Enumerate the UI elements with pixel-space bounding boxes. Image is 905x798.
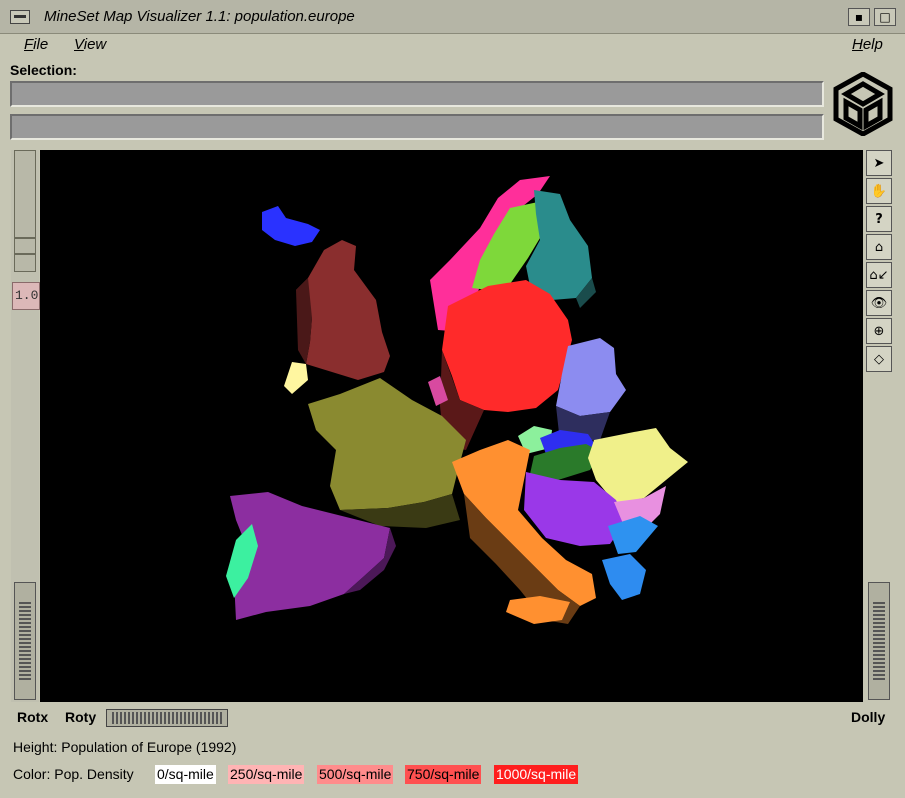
seek-button[interactable]: ⊕ [866,318,892,344]
legend-item: 1000/sq-mile [494,765,579,784]
rotx-thumbwheel[interactable] [14,582,36,700]
menu-view[interactable]: View [74,36,106,53]
rotx-label: Rotx [17,709,49,725]
eye-icon: 👁 [870,295,888,311]
zoom-slider-arrow-up[interactable] [14,238,36,254]
view-all-button[interactable]: 👁 [866,290,892,316]
roty-label: Roty [65,709,97,725]
map-region-sicily [506,596,570,624]
zoom-slider-thumb[interactable] [14,150,36,238]
crosshair-icon: ⊕ [873,323,885,339]
hand-icon: ✋ [870,183,888,199]
menu-help[interactable]: Help [852,36,883,53]
question-icon: ? [875,211,883,227]
minimize-button[interactable]: ▪ [848,8,870,26]
selection-label: Selection: [10,62,77,78]
legend-item: 750/sq-mile [405,765,482,784]
home-icon: ⌂ [874,239,884,255]
map-region-ireland [284,362,308,394]
dolly-label: Dolly [851,709,886,725]
map-region-iceland [262,206,320,246]
pan-tool-button[interactable]: ✋ [866,178,892,204]
title-bar[interactable]: MineSet Map Visualizer 1.1: population.e… [0,0,905,34]
zoom-slider-arrow-down[interactable] [14,254,36,272]
legend-item: 500/sq-mile [317,765,394,784]
zoom-value-field[interactable]: 1.0 [12,282,40,310]
window-menu-button[interactable] [10,10,30,24]
map-region-germany-poland [442,280,572,412]
maximize-button[interactable]: □ [874,8,896,26]
legend-item: 250/sq-mile [228,765,305,784]
set-home-icon: ⌂↙ [869,267,889,283]
maximize-icon: □ [879,10,891,24]
perspective-cube-icon: ◇ [874,351,884,367]
window-title: MineSet Map Visualizer 1.1: population.e… [44,8,355,25]
map-region-finland [526,190,592,300]
sgi-cube-logo-icon [833,72,893,136]
home-button[interactable]: ⌂ [866,234,892,260]
europe-map-3d[interactable] [40,150,863,702]
height-mapping-label: Height: Population of Europe (1992) [13,739,237,755]
select-tool-button[interactable]: ➤ [866,150,892,176]
map-region-greece [602,554,646,600]
minimize-icon: ▪ [854,10,864,24]
roty-thumbwheel[interactable] [106,709,228,727]
map-viewport[interactable] [40,150,863,702]
color-mapping-label: Color: Pop. Density [13,766,134,782]
legend-item: 0/sq-mile [155,765,216,784]
perspective-button[interactable]: ◇ [866,346,892,372]
help-tool-button[interactable]: ? [866,206,892,232]
window-menu-icon [14,15,26,18]
arrow-pointer-icon: ➤ [873,155,885,171]
dolly-thumbwheel[interactable] [868,582,890,700]
selection-field-1[interactable] [10,81,824,107]
selection-field-2[interactable] [10,114,824,140]
set-home-button[interactable]: ⌂↙ [866,262,892,288]
menu-file[interactable]: File [24,36,48,53]
